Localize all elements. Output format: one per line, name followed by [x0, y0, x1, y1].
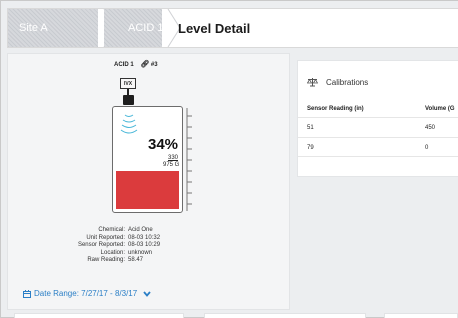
sensor-label: IVX [120, 78, 136, 89]
info-value: Acid One [128, 227, 153, 233]
link-icon[interactable]: 🔗︎ [140, 61, 149, 68]
breadcrumb: Site A ACID 1 Level Detail [7, 8, 458, 48]
scale-icon [307, 78, 318, 87]
calibrations-title: Calibrations [326, 77, 369, 87]
table-cell: 79 [307, 145, 314, 151]
table-cell: 51 [307, 125, 314, 131]
breadcrumb-site[interactable]: Site A [8, 9, 108, 47]
tank-number: #3 [150, 62, 158, 68]
table-cell: 0 [425, 145, 429, 151]
bottom-card [384, 313, 458, 318]
tank-name: ACID 1 [114, 62, 134, 68]
breadcrumb-site-label: Site A [19, 22, 48, 34]
calendar-icon [23, 289, 31, 298]
info-value: 58.47 [128, 257, 144, 264]
tank-capacity: 975 G [163, 162, 180, 168]
level-scale [186, 108, 192, 211]
info-row: Raw Reading: 58.47 [60, 257, 160, 265]
info-key: Chemical: [98, 227, 125, 233]
divider [298, 117, 458, 118]
calibrations-card: Calibrations Sensor Reading (in) Volume … [297, 60, 458, 177]
info-row: Sensor Reported: 08-03 10:29 [60, 242, 160, 250]
info-row: Chemical: Acid One [60, 227, 160, 235]
info-value: 08-03 10:29 [128, 242, 161, 249]
table-cell: 450 [425, 125, 436, 131]
tank-level-fill [116, 171, 179, 209]
chevron-down-icon[interactable] [143, 290, 151, 297]
page-title: Level Detail [178, 20, 251, 36]
bottom-card [204, 313, 366, 318]
current-volume: 330 [168, 155, 179, 161]
bottom-card [14, 313, 184, 318]
info-value: 08-03 10:32 [128, 234, 161, 241]
date-range-selector[interactable]: Date Range: 7/27/17 - 8/3/17 [23, 289, 151, 298]
sensor-cap [123, 95, 134, 105]
divider [298, 137, 458, 138]
info-row: Unit Reported: 08-03 10:32 [60, 235, 160, 243]
tank-info: Chemical: Acid One Unit Reported: 08-03 … [60, 227, 160, 265]
date-range-label: Date Range: 7/27/17 - 8/3/17 [34, 289, 138, 298]
info-key: Raw Reading: [87, 257, 125, 264]
column-header: Sensor Reading (in) [307, 106, 364, 112]
calibrations-header: Calibrations [307, 77, 368, 87]
divider [298, 156, 458, 157]
breadcrumb-tank-label: ACID 1 [128, 22, 164, 34]
breadcrumb-tank[interactable]: ACID 1 [104, 9, 168, 47]
info-key: Unit Reported: [86, 234, 125, 241]
tank-title: ACID 1 🔗︎ #3 [114, 60, 158, 68]
info-row: Location: unknown [60, 250, 160, 258]
info-value: unknown [128, 249, 153, 256]
info-key: Sensor Reported: [77, 242, 125, 249]
column-header: Volume (G [425, 106, 455, 112]
info-key: Location: [100, 249, 125, 256]
signal-waves-icon [120, 114, 138, 134]
fill-percent: 34% [148, 136, 179, 153]
